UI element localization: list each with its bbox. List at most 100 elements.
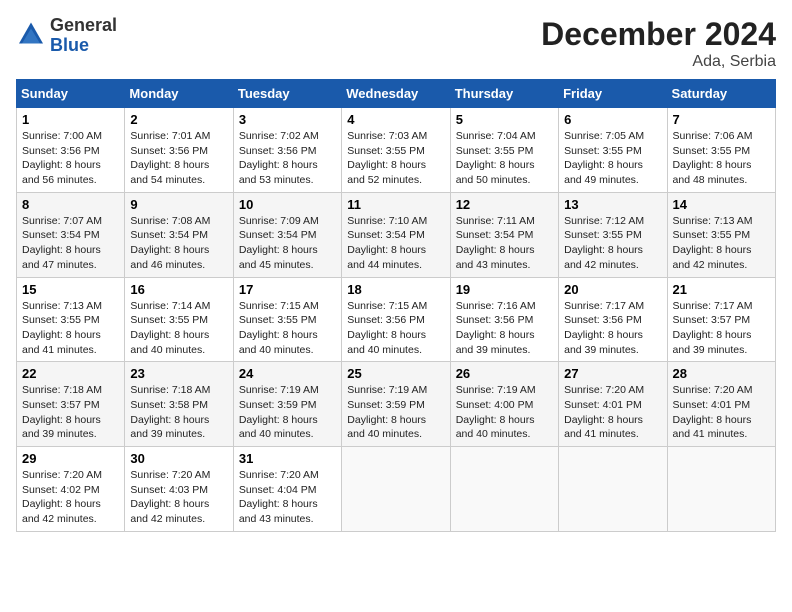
day-number: 31 <box>239 451 336 466</box>
calendar-cell: 24Sunrise: 7:19 AM Sunset: 3:59 PM Dayli… <box>233 362 341 447</box>
calendar-cell: 10 Sunrise: 7:09 AM Sunset: 3:54 PM Dayli… <box>233 192 341 277</box>
day-number: 28 <box>673 366 770 381</box>
day-info: Sunrise: 7:05 AM Sunset: 3:55 PM Dayligh… <box>564 129 661 188</box>
day-info: Sunrise: 7:14 AM Sunset: 3:55 PM Dayligh… <box>130 299 227 358</box>
day-number: 9 <box>130 197 227 212</box>
day-number: 21 <box>673 282 770 297</box>
calendar-cell <box>342 447 450 532</box>
day-number: 5 <box>456 112 553 127</box>
page-header: General Blue December 2024 Ada, Serbia <box>16 16 776 71</box>
calendar-cell: 22 Sunrise: 7:18 AM Sunset: 3:57 PM Dayli… <box>17 362 125 447</box>
calendar-cell: 18 Sunrise: 7:15 AM Sunset: 3:56 PM Dayli… <box>342 277 450 362</box>
calendar-header: SundayMondayTuesdayWednesdayThursdayFrid… <box>17 80 776 108</box>
day-info: Sunrise: 7:20 AM Sunset: 4:03 PM Dayligh… <box>130 468 227 527</box>
calendar-cell: 8 Sunrise: 7:07 AM Sunset: 3:54 PM Daylig… <box>17 192 125 277</box>
day-number: 15 <box>22 282 119 297</box>
day-info: Sunrise: 7:13 AM Sunset: 3:55 PM Dayligh… <box>22 299 119 358</box>
calendar-cell: 3 Sunrise: 7:02 AM Sunset: 3:56 PM Daylig… <box>233 108 341 193</box>
day-info: Sunrise: 7:01 AM Sunset: 3:56 PM Dayligh… <box>130 129 227 188</box>
day-number: 11 <box>347 197 444 212</box>
calendar-cell: 16 Sunrise: 7:14 AM Sunset: 3:55 PM Dayli… <box>125 277 233 362</box>
day-info: Sunrise: 7:12 AM Sunset: 3:55 PM Dayligh… <box>564 214 661 273</box>
calendar-cell: 23Sunrise: 7:18 AM Sunset: 3:58 PM Dayli… <box>125 362 233 447</box>
day-info: Sunrise: 7:17 AM Sunset: 3:57 PM Dayligh… <box>673 299 770 358</box>
day-of-week-sunday: Sunday <box>17 80 125 108</box>
day-info: Sunrise: 7:19 AM Sunset: 4:00 PM Dayligh… <box>456 383 553 442</box>
calendar-cell <box>559 447 667 532</box>
day-number: 26 <box>456 366 553 381</box>
day-info: Sunrise: 7:04 AM Sunset: 3:55 PM Dayligh… <box>456 129 553 188</box>
day-of-week-saturday: Saturday <box>667 80 775 108</box>
day-info: Sunrise: 7:16 AM Sunset: 3:56 PM Dayligh… <box>456 299 553 358</box>
calendar-table: SundayMondayTuesdayWednesdayThursdayFrid… <box>16 79 776 532</box>
calendar-cell: 4Sunrise: 7:03 AM Sunset: 3:55 PM Daylig… <box>342 108 450 193</box>
day-of-week-wednesday: Wednesday <box>342 80 450 108</box>
day-info: Sunrise: 7:15 AM Sunset: 3:56 PM Dayligh… <box>347 299 444 358</box>
calendar-cell: 5 Sunrise: 7:04 AM Sunset: 3:55 PM Daylig… <box>450 108 558 193</box>
calendar-cell: 20 Sunrise: 7:17 AM Sunset: 3:56 PM Dayli… <box>559 277 667 362</box>
calendar-week-3: 15 Sunrise: 7:13 AM Sunset: 3:55 PM Dayli… <box>17 277 776 362</box>
day-number: 1 <box>22 112 119 127</box>
day-number: 2 <box>130 112 227 127</box>
day-info: Sunrise: 7:19 AM Sunset: 3:59 PM Dayligh… <box>239 383 336 442</box>
day-number: 16 <box>130 282 227 297</box>
calendar-cell: 13 Sunrise: 7:12 AM Sunset: 3:55 PM Dayli… <box>559 192 667 277</box>
calendar-week-1: 1 Sunrise: 7:00 AM Sunset: 3:56 PM Daylig… <box>17 108 776 193</box>
calendar-cell: 31 Sunrise: 7:20 AM Sunset: 4:04 PM Dayli… <box>233 447 341 532</box>
day-number: 29 <box>22 451 119 466</box>
day-number: 3 <box>239 112 336 127</box>
day-number: 25 <box>347 366 444 381</box>
day-info: Sunrise: 7:17 AM Sunset: 3:56 PM Dayligh… <box>564 299 661 358</box>
day-number: 12 <box>456 197 553 212</box>
calendar-cell: 27 Sunrise: 7:20 AM Sunset: 4:01 PM Dayli… <box>559 362 667 447</box>
day-info: Sunrise: 7:20 AM Sunset: 4:04 PM Dayligh… <box>239 468 336 527</box>
logo-icon <box>16 21 46 51</box>
day-number: 17 <box>239 282 336 297</box>
calendar-week-4: 22 Sunrise: 7:18 AM Sunset: 3:57 PM Dayli… <box>17 362 776 447</box>
calendar-cell: 30Sunrise: 7:20 AM Sunset: 4:03 PM Dayli… <box>125 447 233 532</box>
day-number: 8 <box>22 197 119 212</box>
day-info: Sunrise: 7:13 AM Sunset: 3:55 PM Dayligh… <box>673 214 770 273</box>
calendar-cell: 6 Sunrise: 7:05 AM Sunset: 3:55 PM Daylig… <box>559 108 667 193</box>
day-info: Sunrise: 7:18 AM Sunset: 3:57 PM Dayligh… <box>22 383 119 442</box>
day-info: Sunrise: 7:15 AM Sunset: 3:55 PM Dayligh… <box>239 299 336 358</box>
title-block: December 2024 Ada, Serbia <box>541 16 776 71</box>
calendar-cell: 14 Sunrise: 7:13 AM Sunset: 3:55 PM Dayli… <box>667 192 775 277</box>
day-number: 7 <box>673 112 770 127</box>
calendar-cell: 25 Sunrise: 7:19 AM Sunset: 3:59 PM Dayli… <box>342 362 450 447</box>
day-info: Sunrise: 7:19 AM Sunset: 3:59 PM Dayligh… <box>347 383 444 442</box>
day-info: Sunrise: 7:20 AM Sunset: 4:01 PM Dayligh… <box>673 383 770 442</box>
day-number: 13 <box>564 197 661 212</box>
day-info: Sunrise: 7:03 AM Sunset: 3:55 PM Dayligh… <box>347 129 444 188</box>
day-number: 27 <box>564 366 661 381</box>
day-info: Sunrise: 7:20 AM Sunset: 4:02 PM Dayligh… <box>22 468 119 527</box>
day-info: Sunrise: 7:08 AM Sunset: 3:54 PM Dayligh… <box>130 214 227 273</box>
location: Ada, Serbia <box>541 53 776 71</box>
day-info: Sunrise: 7:10 AM Sunset: 3:54 PM Dayligh… <box>347 214 444 273</box>
day-number: 14 <box>673 197 770 212</box>
day-info: Sunrise: 7:00 AM Sunset: 3:56 PM Dayligh… <box>22 129 119 188</box>
day-number: 20 <box>564 282 661 297</box>
day-info: Sunrise: 7:09 AM Sunset: 3:54 PM Dayligh… <box>239 214 336 273</box>
day-of-week-thursday: Thursday <box>450 80 558 108</box>
calendar-cell <box>450 447 558 532</box>
day-number: 6 <box>564 112 661 127</box>
day-number: 23 <box>130 366 227 381</box>
day-info: Sunrise: 7:20 AM Sunset: 4:01 PM Dayligh… <box>564 383 661 442</box>
day-info: Sunrise: 7:02 AM Sunset: 3:56 PM Dayligh… <box>239 129 336 188</box>
day-info: Sunrise: 7:06 AM Sunset: 3:55 PM Dayligh… <box>673 129 770 188</box>
logo-general-text: General <box>50 15 117 35</box>
day-of-week-monday: Monday <box>125 80 233 108</box>
day-info: Sunrise: 7:07 AM Sunset: 3:54 PM Dayligh… <box>22 214 119 273</box>
day-number: 18 <box>347 282 444 297</box>
month-title: December 2024 <box>541 16 776 53</box>
logo: General Blue <box>16 16 117 56</box>
day-number: 10 <box>239 197 336 212</box>
calendar-cell <box>667 447 775 532</box>
day-of-week-tuesday: Tuesday <box>233 80 341 108</box>
calendar-cell: 21 Sunrise: 7:17 AM Sunset: 3:57 PM Dayli… <box>667 277 775 362</box>
calendar-cell: 17 Sunrise: 7:15 AM Sunset: 3:55 PM Dayli… <box>233 277 341 362</box>
logo-blue-text: Blue <box>50 35 89 55</box>
day-of-week-friday: Friday <box>559 80 667 108</box>
day-number: 22 <box>22 366 119 381</box>
